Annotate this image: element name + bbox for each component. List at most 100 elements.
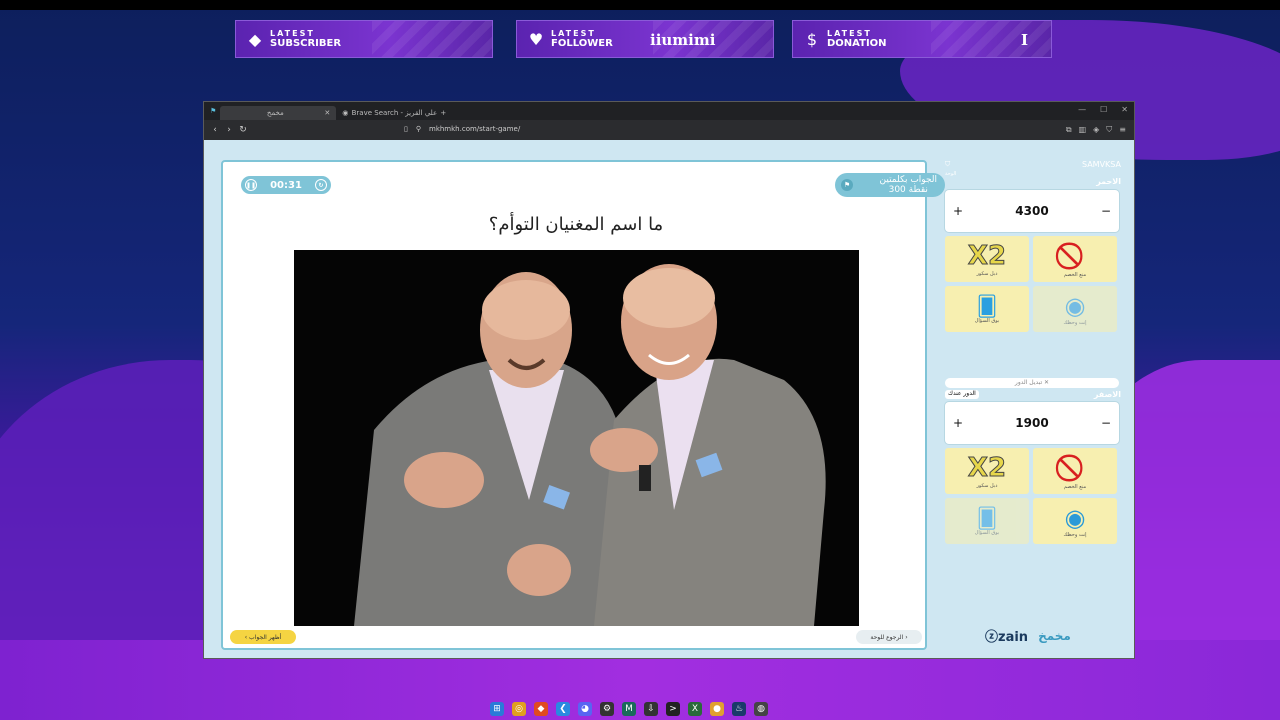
luck-wheel-powerup[interactable]: ◉ إنت وحظك — [1033, 498, 1117, 544]
powerup-label: إنت وحظك — [1063, 532, 1087, 538]
tab-brave-search[interactable]: ◉ Brave Search - علي القريز + — [336, 106, 452, 120]
decrement-button[interactable]: − — [1101, 204, 1111, 218]
powerup-label: منع الخصم — [1063, 483, 1087, 490]
bookmark-icon[interactable]: ▯ — [404, 125, 408, 133]
ask-cards-powerup[interactable]: 🂠 بوق السؤال — [945, 286, 1029, 332]
back-to-board-button[interactable]: الرجوع للوحة › — [856, 630, 922, 644]
site-info-icon[interactable]: ⚲ — [416, 125, 421, 133]
close-icon[interactable]: ✕ — [324, 109, 330, 117]
cards-icon: 🂠 — [976, 506, 998, 530]
dollar-icon: $ — [806, 29, 818, 49]
back-icon[interactable]: ‹ — [208, 125, 222, 135]
chrome-icon[interactable]: ◎ — [512, 702, 526, 716]
windows-start-icon[interactable]: ⊞ — [490, 702, 504, 716]
minimize-icon[interactable]: — — [1078, 105, 1086, 114]
reload-icon[interactable]: ↻ — [236, 125, 250, 135]
twins-photo — [294, 250, 859, 626]
block-opponent-powerup[interactable]: ⃠منع الخصم — [1033, 448, 1117, 494]
menu-icon[interactable]: ≡ — [1119, 125, 1126, 135]
switch-turn-label: تبديل الدور — [1014, 379, 1043, 386]
url-text[interactable]: mkhmkh.com/start-game/ — [429, 125, 520, 133]
game-content: ❚❚ 00:31 ↻ ⚑ الجواب بكلمتين 300 نقطة ما ا… — [204, 140, 1134, 658]
brave-icon: ◉ — [342, 109, 349, 117]
timer-value: 00:31 — [270, 179, 302, 191]
download-icon[interactable]: ⇩ — [644, 702, 658, 716]
board-icon[interactable]: ⛉ الوحة — [945, 160, 956, 177]
wallet-icon[interactable]: ◈ — [1093, 125, 1099, 135]
address-bar: ‹ › ↻ ▯ ⚲ mkhmkh.com/start-game/ ⧉ ▥ ◈ ⛉… — [204, 120, 1134, 140]
browser-window: ⚑ مخمخ ✕ ◉ Brave Search - علي القريز + — ☐ ✕ … — [203, 101, 1135, 659]
reveal-answer-button[interactable]: ‹ أظهر الجواب — [230, 630, 296, 644]
latest-subscriber-alert: ◆ LATEST SUBSCRIBER — [235, 20, 493, 58]
powerup-label: منع الخصم — [1063, 271, 1087, 278]
channel-name: SAMVKSA — [1081, 160, 1121, 169]
zain-logo: ⓩzain — [985, 630, 1029, 645]
alert-big-label: FOLLOWER — [551, 38, 613, 49]
powerup-label: بوق السؤال — [974, 530, 1000, 536]
luck-wheel-powerup[interactable]: ◉ إنت وحظك — [1033, 286, 1117, 332]
question-badge: ⚑ الجواب بكلمتين 300 نقطة — [835, 173, 945, 197]
mkhmkh-logo: مخمخ — [1038, 628, 1071, 643]
team2-powerups: X2دبل سكور ⃠منع الخصم 🂠بوق السؤال ◉إنت و… — [945, 448, 1121, 544]
team1-name: الاحمر — [1096, 177, 1121, 186]
pause-icon[interactable]: ❚❚ — [245, 179, 257, 191]
steam-icon[interactable]: ♨ — [732, 702, 746, 716]
tab-mkhmkh[interactable]: مخمخ ✕ — [220, 106, 337, 120]
wheel-icon: ◉ — [1064, 504, 1086, 532]
increment-button[interactable]: + — [953, 204, 963, 218]
donation-name: I — [1021, 31, 1029, 49]
wheel-icon: ◉ — [1064, 292, 1086, 320]
app-icon[interactable]: M — [622, 702, 636, 716]
sidebar-icon[interactable]: ▥ — [1079, 125, 1087, 135]
flag-icon: ⚑ — [841, 179, 853, 191]
double-score-powerup[interactable]: X2 دبل سكور — [945, 448, 1029, 494]
close-window-icon[interactable]: ✕ — [1121, 105, 1128, 114]
tab-label: مخمخ — [266, 109, 284, 117]
maximize-icon[interactable]: ☐ — [1100, 105, 1107, 114]
double-score-powerup[interactable]: X2 دبل سكور — [945, 236, 1029, 282]
question-image — [294, 250, 859, 626]
switch-turn-button[interactable]: تبديل الدور ✕ — [945, 378, 1119, 388]
settings-icon[interactable]: ⚙ — [600, 702, 614, 716]
block-opponent-powerup[interactable]: ⃠منع الخصم — [1033, 236, 1117, 282]
back-label: الرجوع للوحة — [870, 633, 904, 641]
new-tab-icon[interactable]: + — [440, 109, 446, 117]
latest-donation-alert: $ LATEST DONATION I — [792, 20, 1052, 58]
question-text: ما اسم المغنيان التوأم؟ — [488, 214, 664, 235]
x2-icon: X2 — [967, 241, 1007, 272]
brave-icon[interactable]: ◆ — [534, 702, 548, 716]
team2-name: الاصفر — [1093, 390, 1121, 399]
sponsor-logos: ⓩzain مخمخ — [985, 626, 1071, 646]
discord-icon[interactable]: ◕ — [578, 702, 592, 716]
alert-big-label: SUBSCRIBER — [270, 38, 342, 49]
reveal-label: أظهر الجواب — [249, 633, 282, 641]
team1-powerups: X2دبل سكور ⃠منع الخصم 🂠بوق السؤال ◉إنت و… — [945, 236, 1121, 332]
vpn-icon[interactable]: ⛉ — [1106, 125, 1112, 135]
extensions-icon[interactable]: ⧉ — [1066, 125, 1072, 135]
powerup-label: بوق السؤال — [974, 318, 1000, 324]
team1-score: + 4300 − — [945, 190, 1119, 232]
increment-button[interactable]: + — [953, 416, 963, 430]
latest-follower-alert: ♥ LATEST FOLLOWER iiumimi — [516, 20, 774, 58]
decrement-button[interactable]: − — [1101, 416, 1111, 430]
excel-icon[interactable]: X — [688, 702, 702, 716]
alert-big-label: DONATION — [827, 38, 887, 49]
vscode-icon[interactable]: ❮ — [556, 702, 570, 716]
team2-score: + 1900 − — [945, 402, 1119, 444]
powerup-label: دبل سكور — [976, 483, 998, 489]
heart-icon: ♥ — [528, 29, 544, 49]
turn-indicator: الدور عندك — [945, 390, 979, 399]
terminal-icon[interactable]: > — [666, 702, 680, 716]
score-panel: ⛉ الوحة SAMVKSA الاحمر + 4300 − X2 دبل سكو… — [945, 160, 1121, 650]
forward-icon[interactable]: › — [222, 125, 236, 135]
reset-icon[interactable]: ↻ — [315, 179, 327, 191]
tab-bar: ⚑ مخمخ ✕ ◉ Brave Search - علي القريز + — ☐ ✕ — [204, 102, 1134, 120]
ask-cards-powerup[interactable]: 🂠 بوق السؤال — [945, 498, 1029, 544]
obs-icon[interactable]: ● — [710, 702, 724, 716]
badge-points: 300 نقطة — [888, 185, 928, 195]
github-icon[interactable]: ◍ — [754, 702, 768, 716]
x2-icon: X2 — [967, 453, 1007, 484]
powerup-label: إنت وحظك — [1063, 320, 1087, 326]
chevron-right-icon: › — [903, 633, 908, 641]
sidebar-toggle-icon[interactable]: ⚑ — [210, 107, 216, 115]
